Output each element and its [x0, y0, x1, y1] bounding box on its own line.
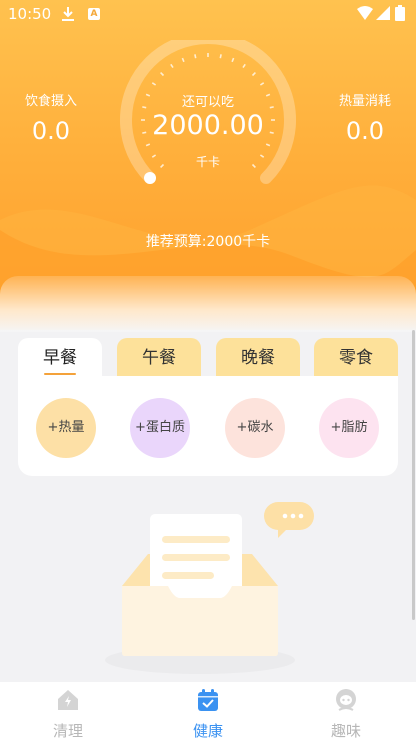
nutrient-label: +碳水 [236, 420, 274, 435]
add-protein-button[interactable]: +蛋白质 [130, 398, 190, 458]
cell-signal-icon [376, 6, 390, 20]
burn-value: 0.0 [345, 117, 385, 145]
budget-text: 推荐预算:2000千卡 [145, 234, 271, 250]
burn-label: 热量消耗 [338, 94, 391, 109]
burn-stat: 热量消耗 0.0 [330, 90, 400, 145]
add-fat-button[interactable]: +脂肪 [319, 398, 379, 458]
dial-tick [160, 72, 165, 77]
nutrient-label: +蛋白质 [135, 420, 185, 435]
dial-tick [265, 143, 271, 147]
remaining-label: 还可以吃 [181, 95, 234, 110]
face-icon [336, 689, 356, 711]
dial-tick [242, 63, 246, 69]
dial-tick [219, 54, 222, 59]
dial-tick [259, 154, 265, 158]
nutrient-label: +热量 [47, 420, 85, 435]
dial-tick [251, 72, 256, 77]
tab-dinner[interactable]: 晚餐 [216, 338, 300, 378]
intake-label: 饮食摄入 [24, 94, 77, 109]
dial-tick [142, 106, 147, 109]
dial-progress-knob [144, 172, 156, 184]
meal-tabs: 早餐 午餐 晚餐 零食 [18, 338, 398, 378]
dial-tick [151, 82, 157, 86]
dial-tick [151, 154, 157, 158]
intake-value: 0.0 [31, 117, 71, 145]
nav-health[interactable]: 健康 [163, 682, 253, 741]
tab-active-underline [44, 373, 76, 375]
nutrient-card: +热量 +蛋白质 +碳水 +脂肪 [18, 376, 398, 476]
dial-tick [231, 57, 235, 63]
dial-tick [269, 106, 274, 109]
nav-label: 健康 [192, 722, 223, 740]
tab-lunch[interactable]: 午餐 [117, 338, 201, 378]
add-carbs-button[interactable]: +碳水 [225, 398, 285, 458]
dial-tick [181, 57, 185, 63]
tab-label: 早餐 [43, 348, 77, 368]
nav-clean[interactable]: 清理 [23, 682, 113, 741]
dial-tick [194, 54, 197, 59]
tab-label: 晚餐 [241, 348, 275, 368]
nav-label: 清理 [52, 722, 83, 740]
status-time: 10:50 [8, 5, 52, 23]
dial-tick [145, 143, 151, 147]
bottom-navigation: 清理 健康 趣味 [0, 682, 416, 741]
tab-label: 零食 [339, 348, 373, 368]
card-fade-top [0, 276, 416, 332]
nutrient-label: +脂肪 [330, 420, 368, 435]
empty-state-illustration [105, 502, 314, 674]
intake-stat: 饮食摄入 0.0 [16, 90, 86, 145]
dial-tick [251, 163, 256, 168]
calendar-check-icon [198, 689, 218, 711]
download-icon [62, 7, 74, 21]
scrollbar[interactable] [412, 330, 415, 620]
nav-fun[interactable]: 趣味 [301, 682, 391, 741]
tab-snack[interactable]: 零食 [314, 338, 398, 378]
dial-tick [170, 63, 174, 69]
dial-tick [259, 82, 265, 86]
status-bar: 10:50 A [0, 0, 416, 28]
home-clean-icon [58, 690, 78, 710]
wifi-icon [357, 6, 373, 20]
a-notification-icon: A [88, 8, 100, 20]
tab-label: 午餐 [142, 348, 176, 368]
add-calories-button[interactable]: +热量 [36, 398, 96, 458]
dial-tick [160, 163, 165, 168]
remaining-value: 2000.00 [152, 110, 264, 141]
battery-icon [395, 5, 405, 21]
remaining-unit: 千卡 [195, 155, 220, 169]
tab-breakfast[interactable]: 早餐 [18, 338, 102, 378]
nav-label: 趣味 [330, 722, 361, 740]
